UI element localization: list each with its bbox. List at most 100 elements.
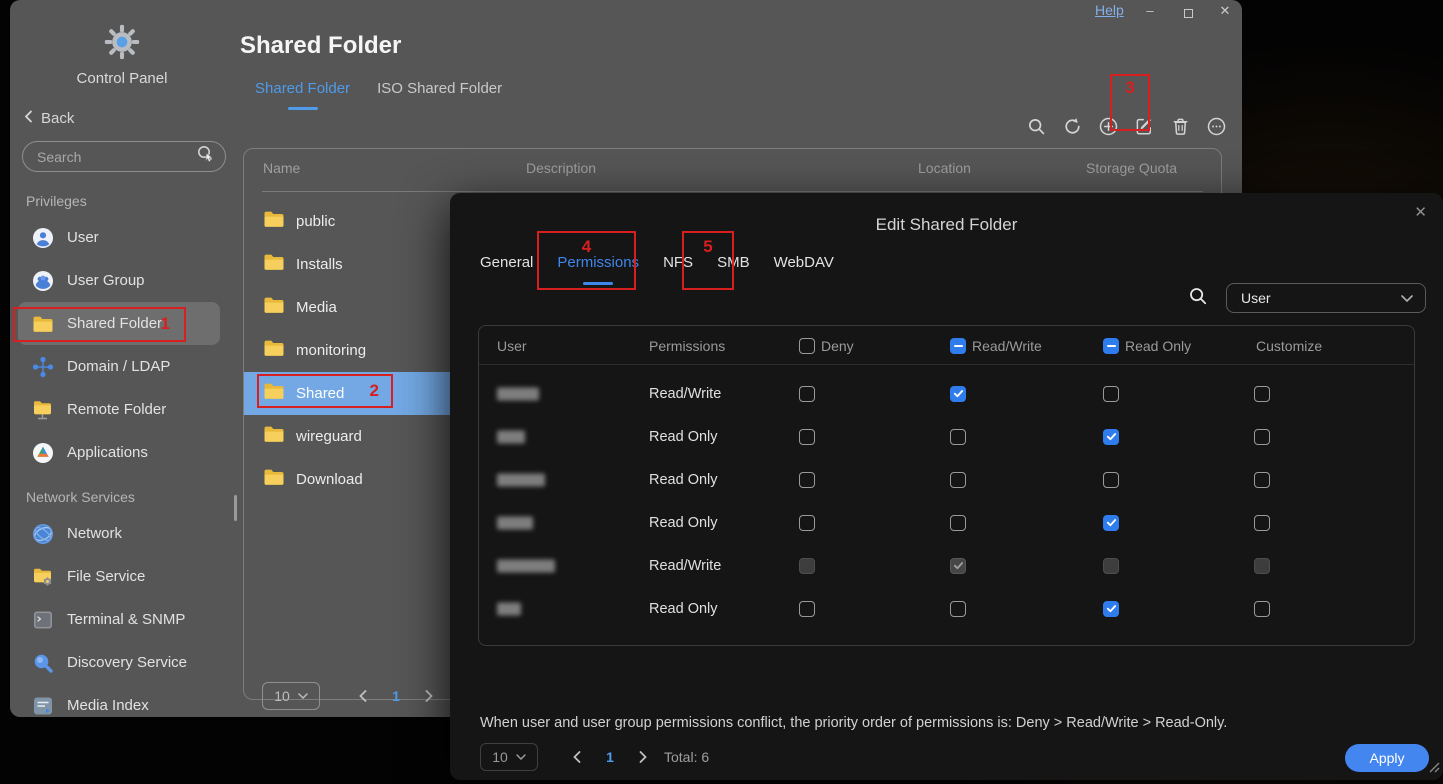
permission-value: Read Only: [649, 514, 718, 531]
column-permissions: Permissions: [649, 338, 726, 354]
refresh-icon[interactable]: [1063, 117, 1082, 136]
read-write-checkbox[interactable]: [950, 600, 966, 617]
dialog-tab-webdav[interactable]: WebDAV: [774, 254, 834, 285]
sidebar-item-shared-folder[interactable]: Shared Folder: [18, 302, 220, 345]
customize-checkbox[interactable]: [1254, 514, 1270, 531]
read-write-checkbox[interactable]: [950, 385, 966, 402]
read-write-checkbox[interactable]: [950, 471, 966, 488]
sidebar-item-label: Remote Folder: [67, 401, 167, 418]
dialog-tab-general[interactable]: General: [480, 254, 533, 285]
filter-type-dropdown[interactable]: User: [1226, 283, 1426, 313]
tab-iso-shared-folder[interactable]: ISO Shared Folder: [377, 80, 502, 110]
search-icon[interactable]: [1027, 117, 1046, 136]
column-deny: Deny: [821, 338, 854, 354]
sidebar-search-input[interactable]: Search: [22, 141, 226, 172]
current-page[interactable]: 1: [592, 749, 628, 765]
sidebar-item-user-group[interactable]: User Group: [18, 259, 220, 302]
read-write-checkbox[interactable]: [950, 428, 966, 445]
next-page-button[interactable]: [414, 690, 444, 702]
folder-icon: [263, 382, 285, 405]
sidebar-item-domain-ldap[interactable]: Domain / LDAP: [18, 345, 220, 388]
add-plus-icon[interactable]: [1099, 117, 1118, 136]
customize-checkbox[interactable]: [1254, 471, 1270, 488]
prev-page-button[interactable]: [562, 751, 592, 763]
total-count: Total: 6: [664, 749, 710, 765]
read-only-select-all-checkbox[interactable]: [1103, 338, 1119, 354]
read-only-checkbox[interactable]: [1103, 385, 1119, 402]
deny-checkbox[interactable]: [799, 600, 815, 617]
sidebar-item-terminal-snmp[interactable]: Terminal & SNMP: [18, 598, 220, 641]
help-link[interactable]: Help: [1095, 2, 1124, 18]
sidebar-item-user[interactable]: User: [18, 216, 220, 259]
chevron-down-icon: [1401, 294, 1413, 302]
back-button[interactable]: Back: [24, 110, 74, 127]
deny-checkbox[interactable]: [799, 428, 815, 445]
read-only-checkbox: [1103, 557, 1119, 574]
next-page-button[interactable]: [628, 751, 658, 763]
sidebar-item-media-index[interactable]: Media Index: [18, 684, 220, 717]
search-placeholder: Search: [37, 148, 82, 165]
folder-name: Installs: [296, 256, 343, 273]
folder-name: Media: [296, 299, 337, 316]
window-close-button[interactable]: ✕: [1215, 3, 1235, 19]
sidebar-section-network-services: Network Services Network File Service Termi…: [10, 489, 242, 717]
read-write-select-all-checkbox[interactable]: [950, 338, 966, 354]
more-icon[interactable]: [1207, 117, 1226, 136]
sidebar-item-label: Domain / LDAP: [67, 358, 171, 375]
chevron-down-icon: [298, 693, 308, 699]
edit-icon[interactable]: [1135, 117, 1154, 136]
folder-icon: [263, 339, 285, 362]
control-panel-badge[interactable]: Control Panel: [62, 24, 182, 87]
read-only-checkbox[interactable]: [1103, 600, 1119, 617]
search-icon[interactable]: [1188, 286, 1208, 311]
sidebar-item-remote-folder[interactable]: Remote Folder: [18, 388, 220, 431]
permission-value: Read/Write: [649, 385, 722, 402]
sidebar-item-network[interactable]: Network: [18, 512, 220, 555]
redacted-username: [497, 473, 545, 486]
read-only-checkbox[interactable]: [1103, 471, 1119, 488]
permission-row: Read/Write: [479, 544, 1414, 587]
tab-shared-folder[interactable]: Shared Folder: [255, 80, 350, 110]
permission-row: Read Only: [479, 458, 1414, 501]
sidebar-item-label: User: [67, 229, 99, 246]
maximize-button[interactable]: [1178, 6, 1198, 21]
deny-select-all-checkbox[interactable]: [799, 338, 815, 354]
deny-checkbox[interactable]: [799, 385, 815, 402]
dialog-tab-smb[interactable]: SMB: [717, 254, 750, 285]
folder-icon: [263, 296, 285, 319]
folder-name: Download: [296, 471, 363, 488]
customize-checkbox[interactable]: [1254, 600, 1270, 617]
page-size-select[interactable]: 10: [262, 682, 320, 710]
dialog-page-size-select[interactable]: 10: [480, 743, 538, 771]
read-write-checkbox: [950, 557, 966, 574]
sidebar-item-applications[interactable]: Applications: [18, 431, 220, 474]
desktop: Help – ✕ Control Panel Back Search Privi…: [0, 0, 1443, 784]
deny-checkbox[interactable]: [799, 514, 815, 531]
deny-checkbox[interactable]: [799, 471, 815, 488]
sidebar-item-file-service[interactable]: File Service: [18, 555, 220, 598]
apply-button[interactable]: Apply: [1345, 744, 1429, 772]
sidebar-scrollbar[interactable]: [234, 495, 237, 521]
dialog-pagination: 10 1 Total: 6: [480, 743, 709, 771]
search-cursor-icon[interactable]: [195, 144, 215, 169]
permission-value: Read Only: [649, 471, 718, 488]
customize-checkbox[interactable]: [1254, 385, 1270, 402]
prev-page-button[interactable]: [348, 690, 378, 702]
dialog-tab-nfs[interactable]: NFS: [663, 254, 693, 285]
applications-icon: [32, 442, 54, 464]
current-page[interactable]: 1: [378, 688, 414, 704]
read-write-checkbox[interactable]: [950, 514, 966, 531]
sidebar-item-label: Network: [67, 525, 123, 542]
sidebar-item-discovery-service[interactable]: Discovery Service: [18, 641, 220, 684]
customize-checkbox[interactable]: [1254, 428, 1270, 445]
read-only-checkbox[interactable]: [1103, 428, 1119, 445]
trash-icon[interactable]: [1171, 117, 1190, 136]
sidebar-item-label: Discovery Service: [67, 654, 188, 671]
sidebar-item-label: Terminal & SNMP: [67, 611, 186, 628]
dialog-tab-permissions[interactable]: Permissions: [557, 254, 639, 285]
resize-handle-icon[interactable]: [1426, 759, 1440, 778]
redacted-username: [497, 430, 525, 443]
read-only-checkbox[interactable]: [1103, 514, 1119, 531]
column-name: Name: [263, 160, 301, 176]
minimize-button[interactable]: –: [1140, 3, 1160, 18]
